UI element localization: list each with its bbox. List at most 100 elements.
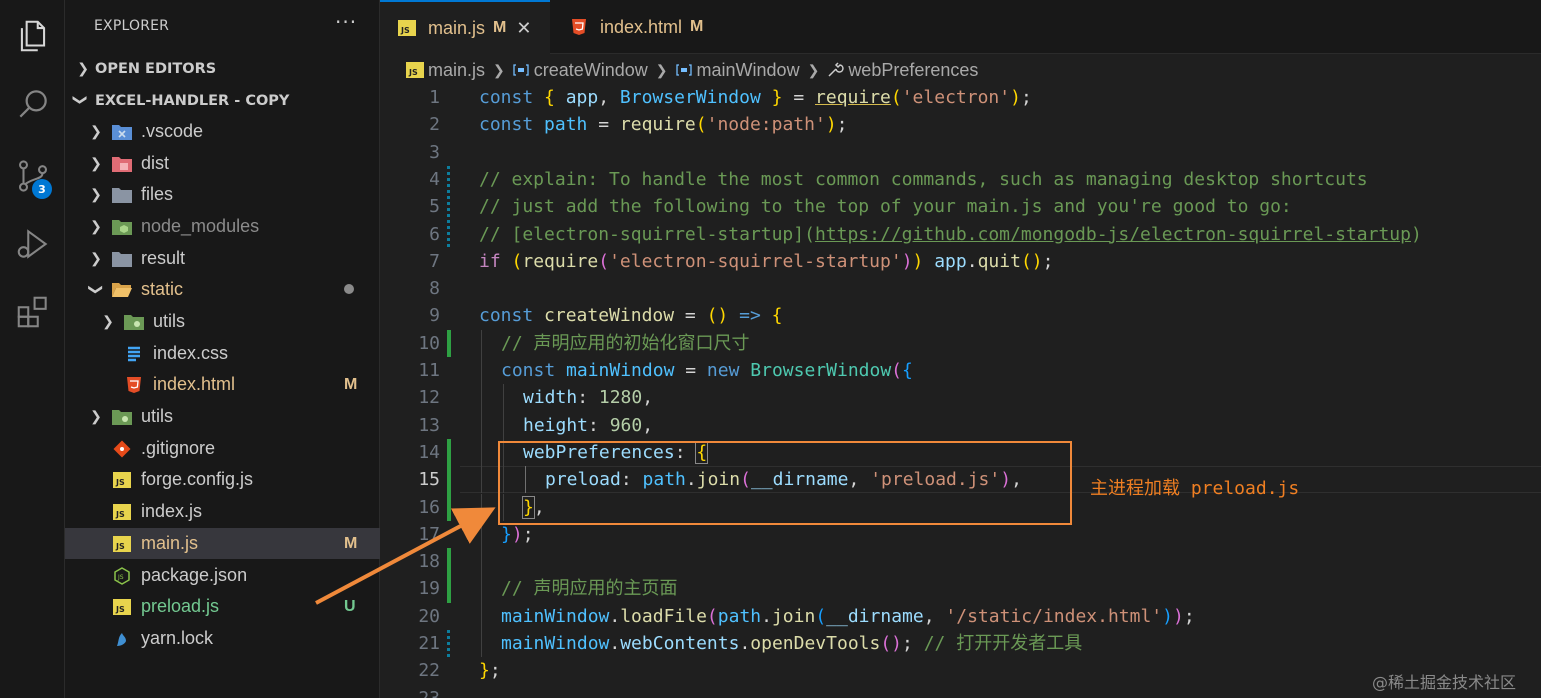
chevron-right-icon: ❯: [90, 186, 102, 202]
yarn-file-icon: [111, 628, 133, 650]
tab-main-js[interactable]: JS main.js M ✕: [380, 0, 550, 54]
tree-item-yarn-lock[interactable]: yarn.lock: [65, 623, 380, 654]
html-file-icon: [123, 374, 145, 396]
extensions-icon[interactable]: [0, 280, 65, 344]
tree-item-forge-config[interactable]: JS forge.config.js: [65, 464, 380, 495]
utils-folder-icon: [123, 311, 145, 333]
tree-item-package-json[interactable]: JS package.json: [65, 560, 380, 591]
code-line: 12 width: 1280,: [380, 384, 1541, 412]
code-line: 9 const createWindow = () => {: [429, 305, 783, 327]
activity-bar: 3: [0, 0, 65, 698]
project-section[interactable]: ❯ EXCEL-HANDLER - COPY: [65, 86, 380, 116]
code-line: 23: [380, 685, 1541, 698]
breadcrumb-property[interactable]: webPreferences: [826, 60, 978, 81]
code-line: 7 if (require('electron-squirrel-startup'…: [429, 250, 1054, 272]
folder-icon: [111, 248, 133, 270]
chevron-right-icon: ❯: [655, 61, 668, 78]
tree-item-files[interactable]: ❯ files: [65, 179, 380, 210]
editor-tabs: JS main.js M ✕ index.html M: [380, 0, 1541, 54]
close-icon[interactable]: ✕: [516, 18, 531, 39]
chevron-right-icon: ❯: [90, 250, 102, 266]
js-file-icon: JS: [111, 533, 133, 555]
chevron-down-icon: ❯: [72, 94, 88, 106]
tree-item-preload-js[interactable]: JS preload.js U: [65, 591, 380, 622]
variable-icon: [675, 62, 693, 78]
chevron-right-icon: ❯: [77, 61, 89, 77]
svg-text:JS: JS: [115, 605, 125, 614]
chevron-right-icon: ❯: [90, 408, 102, 424]
breadcrumb-file[interactable]: JS main.js ❯: [406, 60, 512, 81]
chevron-right-icon: ❯: [493, 61, 505, 78]
breadcrumb: JS main.js ❯ createWindow ❯ mainWindow ❯…: [380, 56, 1541, 84]
svg-text:JS: JS: [408, 68, 418, 77]
tree-item-static[interactable]: ❯ static: [65, 274, 380, 305]
watermark: @稀土掘金技术社区: [1372, 673, 1517, 692]
code-line: 21 mainWindow.webContents.openDevTools();…: [380, 630, 1541, 658]
explorer-title: EXPLORER: [94, 18, 170, 34]
code-line: 19// 声明应用的主页面: [380, 575, 1541, 603]
dist-folder-icon: [111, 153, 133, 175]
vscode-folder-icon: [111, 121, 133, 143]
js-file-icon: JS: [406, 62, 424, 78]
variable-icon: [512, 62, 530, 78]
code-line: 6// [electron-squirrel-startup](https://…: [429, 223, 1422, 245]
tree-item-utils[interactable]: ❯ utils: [65, 401, 380, 432]
tree-item-static-utils[interactable]: ❯ utils: [65, 306, 380, 337]
code-line: 1 const { app, BrowserWindow } = require(…: [429, 87, 1032, 108]
tab-index-html[interactable]: index.html M: [552, 0, 722, 54]
node-file-icon: JS: [111, 565, 133, 587]
code-line: 20 mainWindow.loadFile(path.join(__dirnam…: [380, 602, 1541, 630]
tree-item-dist[interactable]: ❯ dist: [65, 148, 380, 179]
node-folder-icon: [111, 216, 133, 238]
tree-item-index-css[interactable]: index.css: [65, 338, 380, 369]
chevron-right-icon: ❯: [102, 313, 114, 329]
tree-item-main-js[interactable]: JS main.js M: [65, 528, 380, 559]
source-control-icon[interactable]: 3: [0, 144, 65, 208]
code-line: 10// 声明应用的初始化窗口尺寸: [380, 329, 1541, 357]
js-file-icon: JS: [396, 17, 418, 39]
svg-text:JS: JS: [115, 510, 125, 519]
folder-open-icon: [111, 279, 133, 301]
code-line: 2 const path = require('node:path');: [429, 114, 848, 136]
chevron-right-icon: ❯: [90, 123, 102, 139]
js-file-icon: JS: [111, 596, 133, 618]
chevron-right-icon: ❯: [807, 61, 820, 78]
explorer-icon[interactable]: [0, 4, 65, 68]
highlight-box: [498, 441, 1072, 525]
code-line: 13 height: 960,: [380, 411, 1541, 439]
folder-icon: [111, 184, 133, 206]
tree-item-node-modules[interactable]: ❯ node_modules: [65, 211, 380, 242]
utils-folder-icon: [111, 406, 133, 428]
tree-item-gitignore[interactable]: .gitignore: [65, 433, 380, 464]
svg-text:JS: JS: [115, 542, 125, 551]
js-file-icon: JS: [111, 501, 133, 523]
code-line: 18: [380, 548, 1541, 576]
scm-badge: 3: [32, 179, 52, 199]
svg-text:JS: JS: [115, 478, 125, 487]
code-line: 8: [429, 278, 440, 300]
search-icon[interactable]: [0, 72, 65, 136]
chevron-right-icon: ❯: [90, 218, 102, 234]
breadcrumb-variable[interactable]: mainWindow ❯: [675, 60, 827, 81]
more-actions-button[interactable]: ···: [335, 10, 357, 34]
svg-text:JS: JS: [400, 26, 410, 35]
html-file-icon: [568, 16, 590, 38]
git-file-icon: [111, 438, 133, 460]
modified-dot: [344, 281, 380, 299]
code-link[interactable]: https://github.com/mongodb-js/electron-s…: [815, 224, 1411, 245]
tree-item-vscode[interactable]: ❯ .vscode: [65, 116, 380, 147]
code-line: 3: [429, 141, 440, 163]
open-editors-section[interactable]: ❯ OPEN EDITORS: [65, 54, 380, 84]
wrench-icon: [826, 61, 844, 79]
code-editor[interactable]: 1 const { app, BrowserWindow } = require(…: [380, 84, 1541, 698]
explorer-sidebar: EXPLORER ··· ❯ OPEN EDITORS ❯ EXCEL-HAND…: [65, 0, 380, 698]
tree-item-index-html[interactable]: index.html M: [65, 369, 380, 400]
breadcrumb-function[interactable]: createWindow ❯: [512, 60, 675, 81]
chevron-down-icon: ❯: [88, 283, 105, 296]
tree-item-result[interactable]: ❯ result: [65, 243, 380, 274]
annotation-text: 主进程加载 preload.js: [1090, 478, 1300, 499]
run-debug-icon[interactable]: [0, 212, 65, 276]
svg-text:JS: JS: [117, 574, 124, 581]
code-line: 5// just add the following to the top of…: [429, 196, 1292, 218]
tree-item-index-js[interactable]: JS index.js: [65, 496, 380, 527]
